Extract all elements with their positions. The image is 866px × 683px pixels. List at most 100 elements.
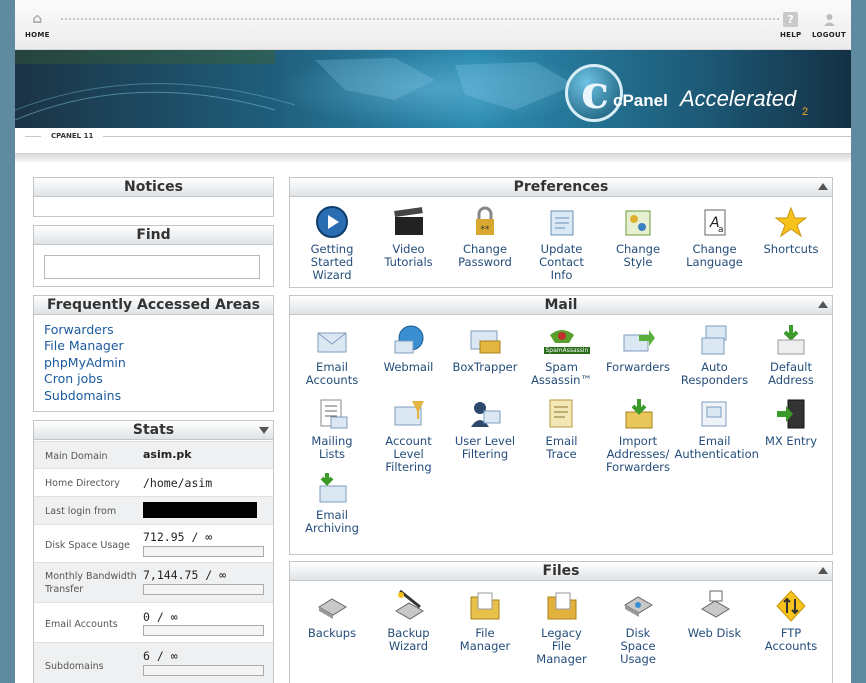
mail-item-boxtrapper[interactable]: BoxTrapper [445, 323, 525, 374]
faa-title: Frequently Accessed Areas [34, 296, 273, 315]
preferences-item-change-password[interactable]: ** Change Password [445, 205, 525, 269]
stat-row-subdomains: Subdomains 6 / ∞ [34, 642, 273, 683]
mail-item-email-authentication[interactable]: Email Authentication [675, 397, 759, 461]
mail-item-webmail[interactable]: Webmail [369, 323, 449, 374]
files-item-file-manager[interactable]: File Manager [445, 589, 525, 653]
item-label: Shortcuts [751, 243, 831, 256]
home-button[interactable]: ⌂ HOME [25, 12, 50, 40]
separator-bar [15, 154, 851, 162]
item-label: Webmail [369, 361, 449, 374]
preferences-item-shortcuts[interactable]: Shortcuts [751, 205, 831, 256]
files-item-legacy-file-manager[interactable]: Legacy File Manager [522, 589, 602, 666]
item-label: Legacy File Manager [522, 627, 602, 666]
mail-item-email-accounts[interactable]: Email Accounts [292, 323, 372, 387]
mail-item-auto-responders[interactable]: Auto Responders [675, 323, 755, 387]
contact-card-icon [545, 205, 579, 239]
help-icon: ? [783, 12, 799, 27]
files-item-web-disk[interactable]: Web Disk [675, 589, 755, 640]
mail-item-mx-entry[interactable]: MX Entry [751, 397, 831, 448]
help-button[interactable]: ? HELP [780, 12, 801, 39]
item-label: BoxTrapper [445, 361, 525, 374]
help-label: HELP [780, 31, 802, 39]
breadcrumb-label[interactable]: CPANEL 11 [41, 132, 104, 140]
mail-item-user-level-filtering[interactable]: User Level Filtering [445, 397, 525, 461]
item-label: Email Authentication [675, 435, 759, 461]
item-label: MX Entry [751, 435, 831, 448]
mail-item-forwarders[interactable]: Forwarders [598, 323, 678, 374]
subdomains-usage-bar [143, 665, 264, 676]
item-label: Forwarders [598, 361, 678, 374]
item-label-line: Manager [536, 652, 587, 666]
item-label-line: Lists [318, 447, 346, 461]
collapse-arrow-icon[interactable] [818, 301, 828, 308]
collapse-arrow-icon[interactable] [259, 427, 269, 434]
mail-item-default-address[interactable]: Default Address [751, 323, 831, 387]
auth-icon [698, 397, 732, 431]
mailing-list-icon [315, 397, 349, 431]
stat-row-home-directory: Home Directory /home/asim [34, 468, 273, 496]
cpanel-logo: c cPanel Accelerated 2 [565, 64, 845, 122]
item-label: Web Disk [675, 627, 755, 640]
palette-icon [621, 205, 655, 239]
bandwidth-usage-bar [143, 584, 264, 595]
preferences-panel: Preferences Getting Started Wizard Video Tut… [289, 177, 833, 288]
stats-title: Stats [34, 421, 273, 440]
preferences-item-change-language[interactable]: Aa Change Language [675, 205, 755, 269]
files-item-ftp-accounts[interactable]: FTP Accounts [751, 589, 831, 653]
item-label: Default Address [751, 361, 831, 387]
item-label-line: Assassin™ [531, 373, 592, 387]
mail-item-email-archiving[interactable]: Email Archiving [292, 471, 372, 535]
legacy-folder-icon [545, 589, 579, 623]
preferences-item-update-contact-info[interactable]: Update Contact Info [522, 205, 602, 282]
preferences-item-change-style[interactable]: Change Style [598, 205, 678, 269]
stat-row-bandwidth: Monthly Bandwidth Transfer 7,144.75 / ∞ [34, 562, 273, 602]
boxtrapper-icon [468, 323, 502, 357]
collapse-arrow-icon[interactable] [818, 567, 828, 574]
archive-icon [315, 471, 349, 505]
item-label: Email Accounts [292, 361, 372, 387]
user-icon [822, 12, 837, 27]
collapse-arrow-icon[interactable] [818, 183, 828, 190]
faa-link-forwarders[interactable]: Forwarders [44, 322, 263, 338]
item-label-line: Wizard [312, 268, 352, 282]
stat-row-main-domain: Main Domain asim.pk [34, 441, 273, 468]
star-icon [774, 205, 808, 239]
item-label-line: Forwarders [605, 360, 671, 374]
item-label-line: Usage [620, 652, 656, 666]
mail-item-mailing-lists[interactable]: Mailing Lists [292, 397, 372, 461]
stats-panel: Stats Main Domain asim.pk Home Directory… [33, 420, 274, 683]
files-item-disk-space-usage[interactable]: Disk Space Usage [598, 589, 678, 666]
faa-link-cron-jobs[interactable]: Cron jobs [44, 371, 263, 387]
item-label-line: Language [686, 255, 743, 269]
redacted-ip [143, 502, 257, 518]
faa-link-file-manager[interactable]: File Manager [44, 338, 263, 354]
item-label-line: Info [550, 268, 573, 282]
item-label-line: Tutorials [384, 255, 433, 269]
mail-item-spam-assassin[interactable]: SpamAssassin Spam Assassin™ [522, 323, 602, 387]
item-label: User Level Filtering [445, 435, 525, 461]
web-disk-icon [698, 589, 732, 623]
preferences-item-getting-started-wizard[interactable]: Getting Started Wizard [292, 205, 372, 282]
faa-link-subdomains[interactable]: Subdomains [44, 388, 263, 404]
files-item-backups[interactable]: Backups [292, 589, 372, 640]
item-label: Auto Responders [675, 361, 755, 387]
mail-item-account-level-filtering[interactable]: Account Level Filtering [369, 397, 449, 474]
find-input[interactable] [44, 255, 260, 279]
preferences-item-video-tutorials[interactable]: Video Tutorials [369, 205, 449, 269]
top-bar-divider [61, 18, 779, 20]
frequently-accessed-panel: Frequently Accessed Areas Forwarders Fil… [33, 295, 274, 412]
logout-button[interactable]: LOGOUT [812, 12, 846, 39]
mail-item-import-addresses-forwarders[interactable]: Import Addresses/Forwarders [598, 397, 678, 474]
faa-link-phpmyadmin[interactable]: phpMyAdmin [44, 355, 263, 371]
mail-item-email-trace[interactable]: Email Trace [522, 397, 602, 461]
item-label: Spam Assassin™ [522, 361, 602, 387]
item-label-line: Password [458, 255, 512, 269]
language-icon: Aa [698, 205, 732, 239]
folder-icon [468, 589, 502, 623]
item-label: FTP Accounts [751, 627, 831, 653]
files-item-backup-wizard[interactable]: Backup Wizard [369, 589, 449, 653]
item-label-line: Shortcuts [763, 242, 819, 256]
disk-usage-bar [143, 546, 264, 557]
cpanel-window: ⌂ HOME ? HELP LOGOUT c cPanel Accelerate… [15, 0, 851, 683]
mail-title: Mail [290, 296, 832, 315]
